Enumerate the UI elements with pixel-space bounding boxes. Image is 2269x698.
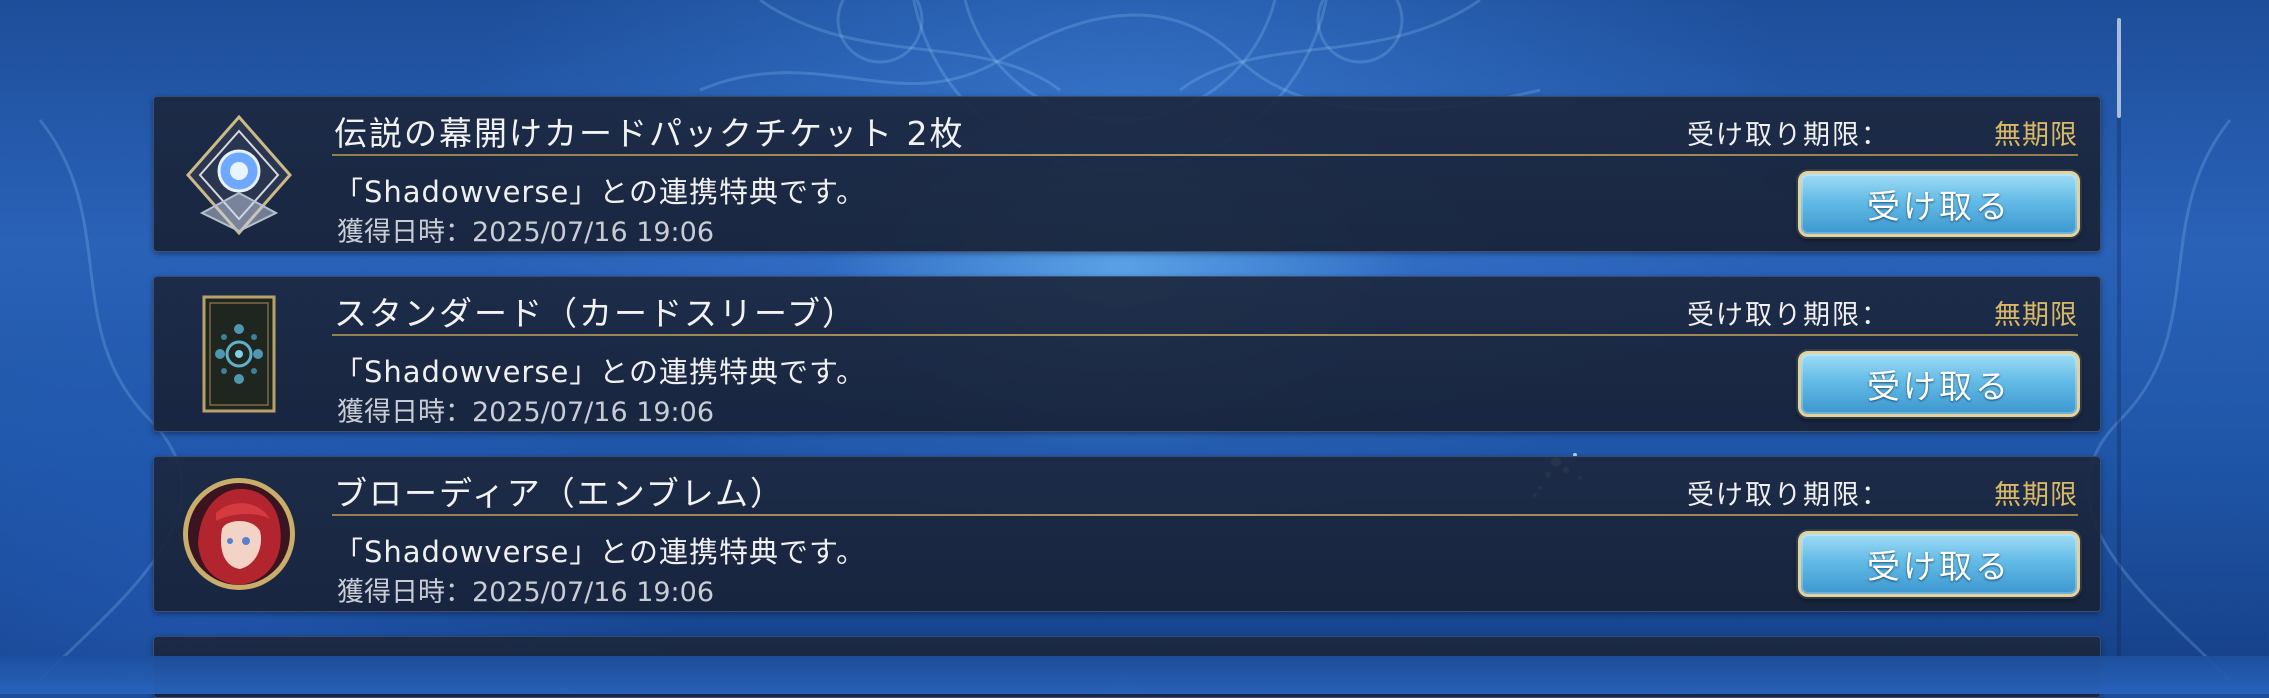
deadline-label: 受け取り期限： (1687, 120, 1890, 151)
card-pack-ticket-icon (186, 114, 292, 235)
receive-button[interactable]: 受け取る (1798, 351, 2080, 417)
divider (332, 154, 2078, 156)
deadline-value: 無期限 (1994, 120, 2078, 151)
receive-button[interactable]: 受け取る (1798, 171, 2080, 237)
gift-item: 伝説の幕開けカードパックチケット 2枚 受け取り期限： 無期限 「Shadowv… (153, 96, 2101, 252)
deadline-label: 受け取り期限： (1687, 480, 1890, 511)
gift-description: 「Shadowverse」との連携特典です。 (334, 535, 867, 569)
card-sleeve-icon (202, 295, 276, 413)
deadline-value: 無期限 (1994, 300, 2078, 331)
acquired-date: 獲得日時：2025/07/16 19:06 (337, 577, 715, 608)
acquired-date: 獲得日時：2025/07/16 19:06 (337, 217, 715, 248)
deadline-label: 受け取り期限： (1687, 300, 1890, 331)
gift-title: スタンダード（カードスリーブ） (334, 294, 858, 333)
acquired-date: 獲得日時：2025/07/16 19:06 (337, 397, 715, 428)
scrollbar[interactable] (2117, 18, 2121, 658)
divider (332, 334, 2078, 336)
gift-title: 伝説の幕開けカードパックチケット 2枚 (334, 114, 965, 153)
deadline-value: 無期限 (1994, 480, 2078, 511)
gift-title: ブローディア（エンブレム） (334, 474, 786, 513)
gift-description: 「Shadowverse」との連携特典です。 (334, 355, 867, 389)
receive-button[interactable]: 受け取る (1798, 531, 2080, 597)
gift-item: スタンダード（カードスリーブ） 受け取り期限： 無期限 「Shadowverse… (153, 276, 2101, 432)
gift-description: 「Shadowverse」との連携特典です。 (334, 175, 867, 209)
scrollbar-thumb[interactable] (2117, 18, 2121, 118)
gift-item: ブローディア（エンブレム） 受け取り期限： 無期限 「Shadowverse」と… (153, 456, 2101, 612)
divider (332, 514, 2078, 516)
emblem-portrait-icon (183, 478, 295, 590)
list-bottom-edge (0, 656, 2269, 694)
